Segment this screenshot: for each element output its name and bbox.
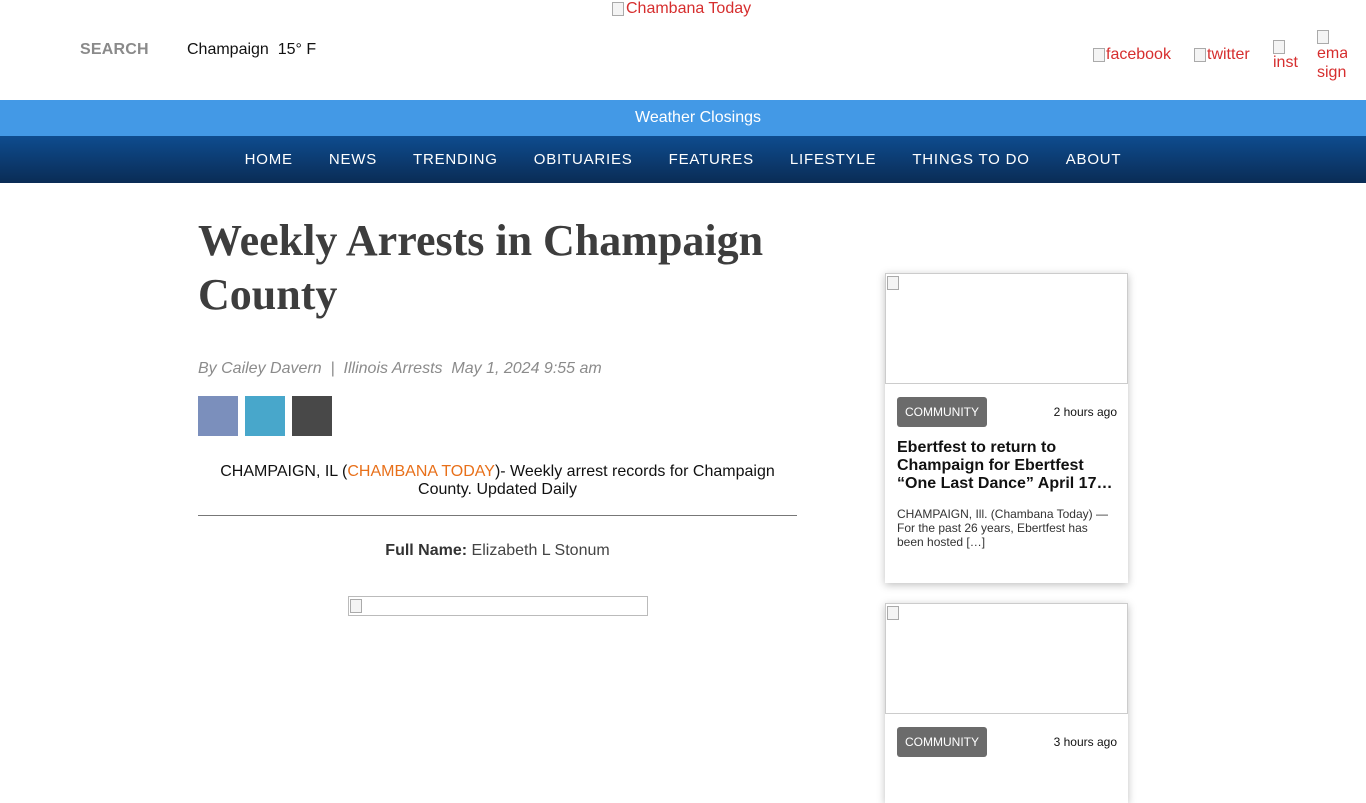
card-timestamp: 2 hours ago [1053, 405, 1117, 419]
broken-image-icon [349, 599, 362, 613]
email-alt-text-2: sign [1317, 64, 1347, 81]
card-thumbnail[interactable] [885, 273, 1128, 384]
instagram-alt-text: inst [1273, 54, 1298, 71]
source-link[interactable]: CHAMBANA TODAY [347, 463, 495, 480]
email-icon [1317, 30, 1329, 44]
card-timestamp: 3 hours ago [1053, 735, 1117, 749]
twitter-icon [1194, 48, 1206, 62]
nav-item-about[interactable]: ABOUT [1066, 151, 1122, 168]
nav-item-things-to-do[interactable]: THINGS TO DO [912, 151, 1029, 168]
card-meta: COMMUNITY 2 hours ago [897, 397, 1117, 427]
article-byline: By Cailey Davern | Illinois Arrests May … [198, 360, 602, 377]
main-nav: HOME NEWS TRENDING OBITUARIES FEATURES L… [0, 136, 1366, 183]
category-badge[interactable]: COMMUNITY [897, 727, 987, 757]
article: Weekly Arrests in Champaign County By Ca… [198, 214, 797, 616]
instagram-icon [1273, 40, 1285, 54]
card-excerpt: CHAMPAIGN, Ill. (Chambana Today) — For t… [897, 507, 1108, 549]
full-name-label: Full Name: [385, 542, 468, 559]
card-headline[interactable]: Ebertfest to return to Champaign for Ebe… [897, 439, 1116, 493]
weather-closings-label: Weather Closings [635, 109, 761, 126]
logo-alt-text: Chambana Today [626, 0, 752, 17]
nav-item-lifestyle[interactable]: LIFESTYLE [790, 151, 876, 168]
card-meta: COMMUNITY 3 hours ago [897, 727, 1117, 757]
nav-item-features[interactable]: FEATURES [669, 151, 754, 168]
divider [198, 515, 797, 516]
intro-prefix: CHAMPAIGN, IL ( [220, 463, 348, 480]
broken-image-icon [612, 2, 624, 16]
twitter-link[interactable]: twitter [1194, 46, 1250, 64]
category-badge[interactable]: COMMUNITY [897, 397, 987, 427]
weather-widget: Champaign 15° F [187, 41, 317, 58]
twitter-alt-text: twitter [1207, 46, 1250, 63]
article-title: Weekly Arrests in Champaign County [198, 216, 764, 319]
sidebar-card[interactable]: COMMUNITY 3 hours ago [885, 603, 1128, 803]
mugshot-image [347, 596, 648, 616]
email-signup-link[interactable]: ema sign [1317, 30, 1347, 82]
broken-image-icon [887, 276, 899, 290]
facebook-alt-text: facebook [1106, 46, 1171, 63]
site-logo[interactable]: Chambana Today [612, 0, 751, 18]
full-name-value: Elizabeth L Stonum [467, 542, 610, 559]
broken-image-icon [887, 606, 899, 620]
nav-item-obituaries[interactable]: OBITUARIES [534, 151, 633, 168]
share-email-button[interactable] [292, 396, 332, 436]
full-name-line: Full Name: Elizabeth L Stonum [198, 542, 797, 560]
search-button[interactable]: SEARCH [80, 41, 149, 59]
facebook-icon [1093, 48, 1105, 62]
share-twitter-button[interactable] [245, 396, 285, 436]
share-facebook-button[interactable] [198, 396, 238, 436]
instagram-link[interactable]: inst [1273, 40, 1299, 71]
site-header: Chambana Today SEARCH Champaign 15° F fa… [0, 0, 1366, 100]
card-thumbnail[interactable] [885, 603, 1128, 714]
share-buttons [198, 396, 797, 436]
nav-item-news[interactable]: NEWS [329, 151, 377, 168]
weather-closings-bar[interactable]: Weather Closings [0, 100, 1366, 136]
facebook-link[interactable]: facebook [1093, 46, 1171, 64]
nav-item-trending[interactable]: TRENDING [413, 151, 498, 168]
article-intro: CHAMPAIGN, IL (CHAMBANA TODAY)- Weekly a… [198, 463, 797, 499]
sidebar-card[interactable]: COMMUNITY 2 hours ago Ebertfest to retur… [885, 273, 1128, 583]
email-alt-text-1: ema [1317, 45, 1347, 62]
nav-item-home[interactable]: HOME [245, 151, 293, 168]
